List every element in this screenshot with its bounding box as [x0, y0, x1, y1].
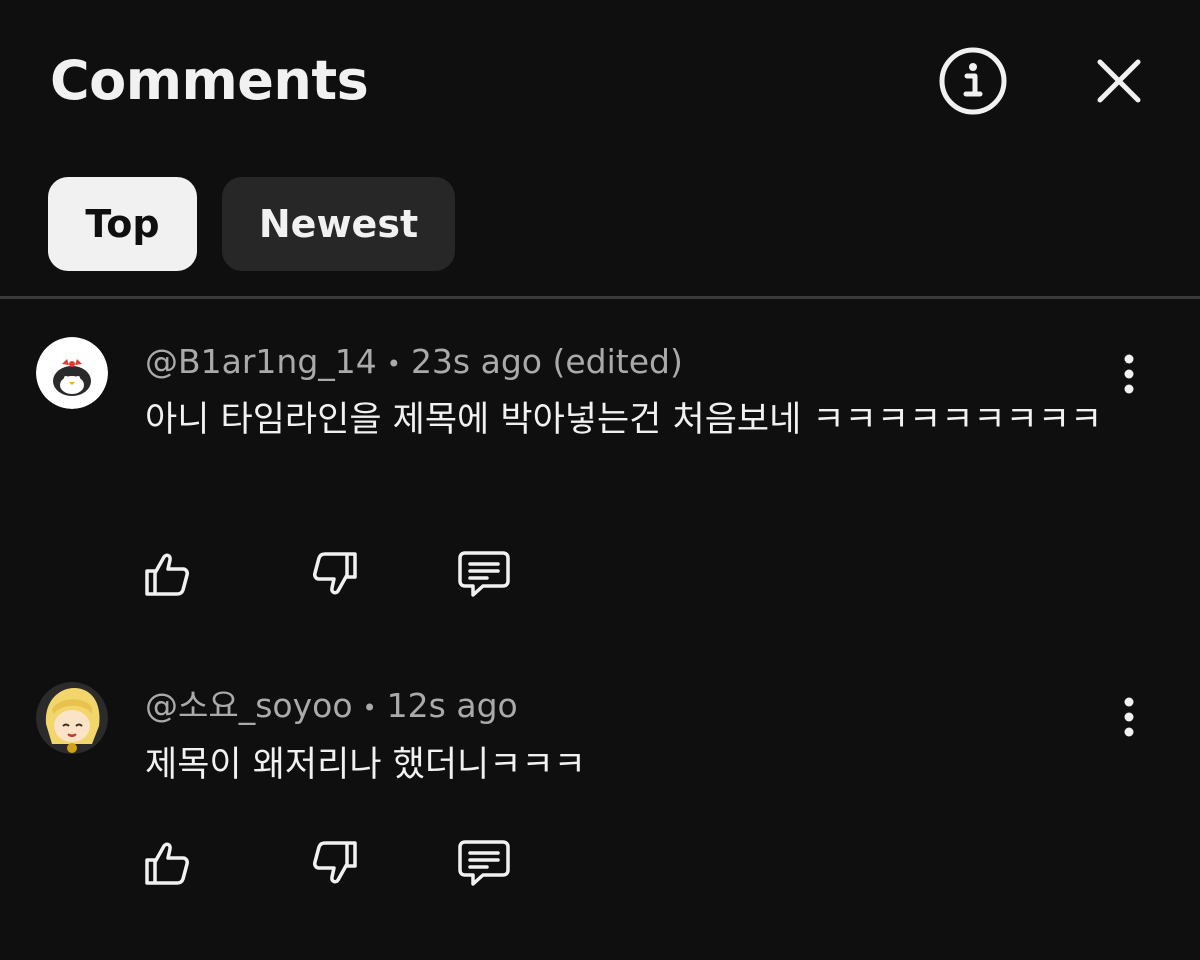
thumbs-down-icon [313, 841, 357, 884]
close-icon [1097, 59, 1141, 103]
comment-meta: @B1ar1ng_14 • 23s ago (edited) [145, 342, 683, 384]
comment-time: 23s ago (edited) [410, 342, 683, 381]
penguin-avatar-icon [36, 337, 108, 409]
reply-comment-icon [458, 840, 510, 886]
reply-button[interactable] [456, 835, 512, 891]
comment-more-button[interactable] [1108, 344, 1150, 404]
dislike-button[interactable] [307, 835, 363, 891]
comment-author[interactable]: @소요_soyoo [145, 686, 353, 725]
comment-text: 아니 타임라인을 제목에 박아넣는건 처음보네 ㅋㅋㅋㅋㅋㅋㅋㅋㅋ [145, 400, 1103, 440]
tab-top[interactable]: Top [48, 177, 197, 271]
thumbs-up-icon [145, 842, 189, 885]
close-button[interactable] [1082, 44, 1156, 118]
tab-newest[interactable]: Newest [222, 177, 455, 271]
divider [0, 296, 1200, 299]
dislike-button[interactable] [307, 546, 363, 602]
info-button[interactable] [936, 44, 1010, 118]
comment-time: 12s ago [386, 686, 518, 725]
avatar[interactable] [36, 682, 108, 754]
info-circle-icon [939, 47, 1007, 115]
meta-separator: • [386, 349, 401, 378]
comment-text: 제목이 왜저리나 했더니ㅋㅋㅋ [145, 745, 586, 785]
reply-button[interactable] [456, 546, 512, 602]
page-title: Comments [50, 49, 369, 112]
like-button[interactable] [139, 835, 195, 891]
reply-comment-icon [458, 551, 510, 597]
comment-more-button[interactable] [1108, 687, 1150, 747]
more-vertical-icon [1124, 697, 1134, 737]
comment-meta: @소요_soyoo • 12s ago [145, 686, 518, 728]
comments-header: Comments [0, 0, 1200, 160]
thumbs-down-icon [313, 552, 357, 595]
more-vertical-icon [1124, 354, 1134, 394]
anime-character-avatar-icon [36, 682, 108, 754]
sort-tabs: Top Newest [48, 177, 455, 271]
meta-separator: • [362, 693, 377, 722]
avatar[interactable] [36, 337, 108, 409]
thumbs-up-icon [145, 553, 189, 596]
like-button[interactable] [139, 546, 195, 602]
comment-author[interactable]: @B1ar1ng_14 [145, 342, 377, 381]
